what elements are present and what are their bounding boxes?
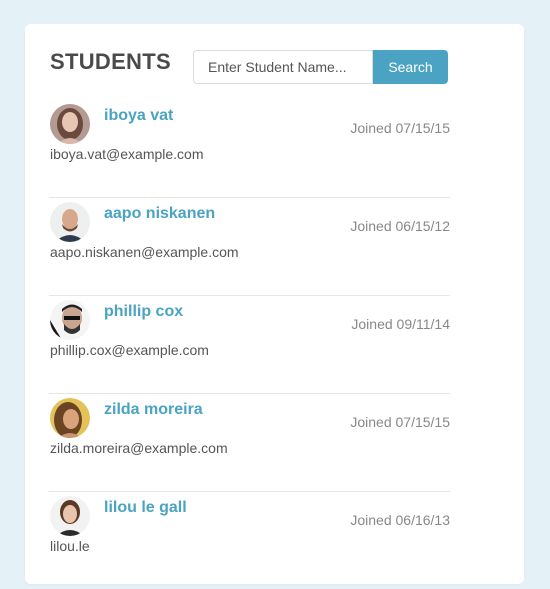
- avatar[interactable]: [50, 496, 90, 536]
- student-name[interactable]: lilou le gall: [104, 499, 187, 517]
- list-item: aapo niskanen Joined 06/15/12 aapo.niska…: [49, 198, 450, 296]
- student-email: iboya.vat@example.com: [50, 146, 204, 162]
- list-item: zilda moreira Joined 07/15/15 zilda.more…: [49, 394, 450, 492]
- search-button[interactable]: Search: [373, 50, 448, 84]
- list-item: phillip cox Joined 09/11/14 phillip.cox@…: [49, 296, 450, 394]
- student-email: phillip.cox@example.com: [50, 342, 209, 358]
- student-name[interactable]: phillip cox: [104, 303, 183, 321]
- student-email: aapo.niskanen@example.com: [50, 244, 239, 260]
- joined-date: Joined 06/16/13: [350, 512, 450, 528]
- list-item: iboya vat Joined 07/15/15 iboya.vat@exam…: [49, 100, 450, 198]
- page-title: STUDENTS: [50, 49, 171, 74]
- joined-date: Joined 07/15/15: [350, 414, 450, 430]
- student-search-input[interactable]: [193, 50, 373, 84]
- student-name[interactable]: aapo niskanen: [104, 205, 215, 223]
- student-email: lilou.le: [50, 538, 90, 554]
- joined-date: Joined 07/15/15: [350, 120, 450, 136]
- joined-date: Joined 09/11/14: [351, 316, 450, 332]
- avatar[interactable]: [50, 300, 90, 340]
- avatar[interactable]: [50, 398, 90, 438]
- avatar[interactable]: [50, 202, 90, 242]
- student-name[interactable]: zilda moreira: [104, 401, 203, 419]
- joined-date: Joined 06/15/12: [350, 218, 450, 234]
- list-item: lilou le gall Joined 06/16/13 lilou.le: [49, 492, 450, 589]
- student-email: zilda.moreira@example.com: [50, 440, 228, 456]
- student-list: iboya vat Joined 07/15/15 iboya.vat@exam…: [49, 100, 450, 589]
- avatar[interactable]: [50, 104, 90, 144]
- student-name[interactable]: iboya vat: [104, 107, 173, 125]
